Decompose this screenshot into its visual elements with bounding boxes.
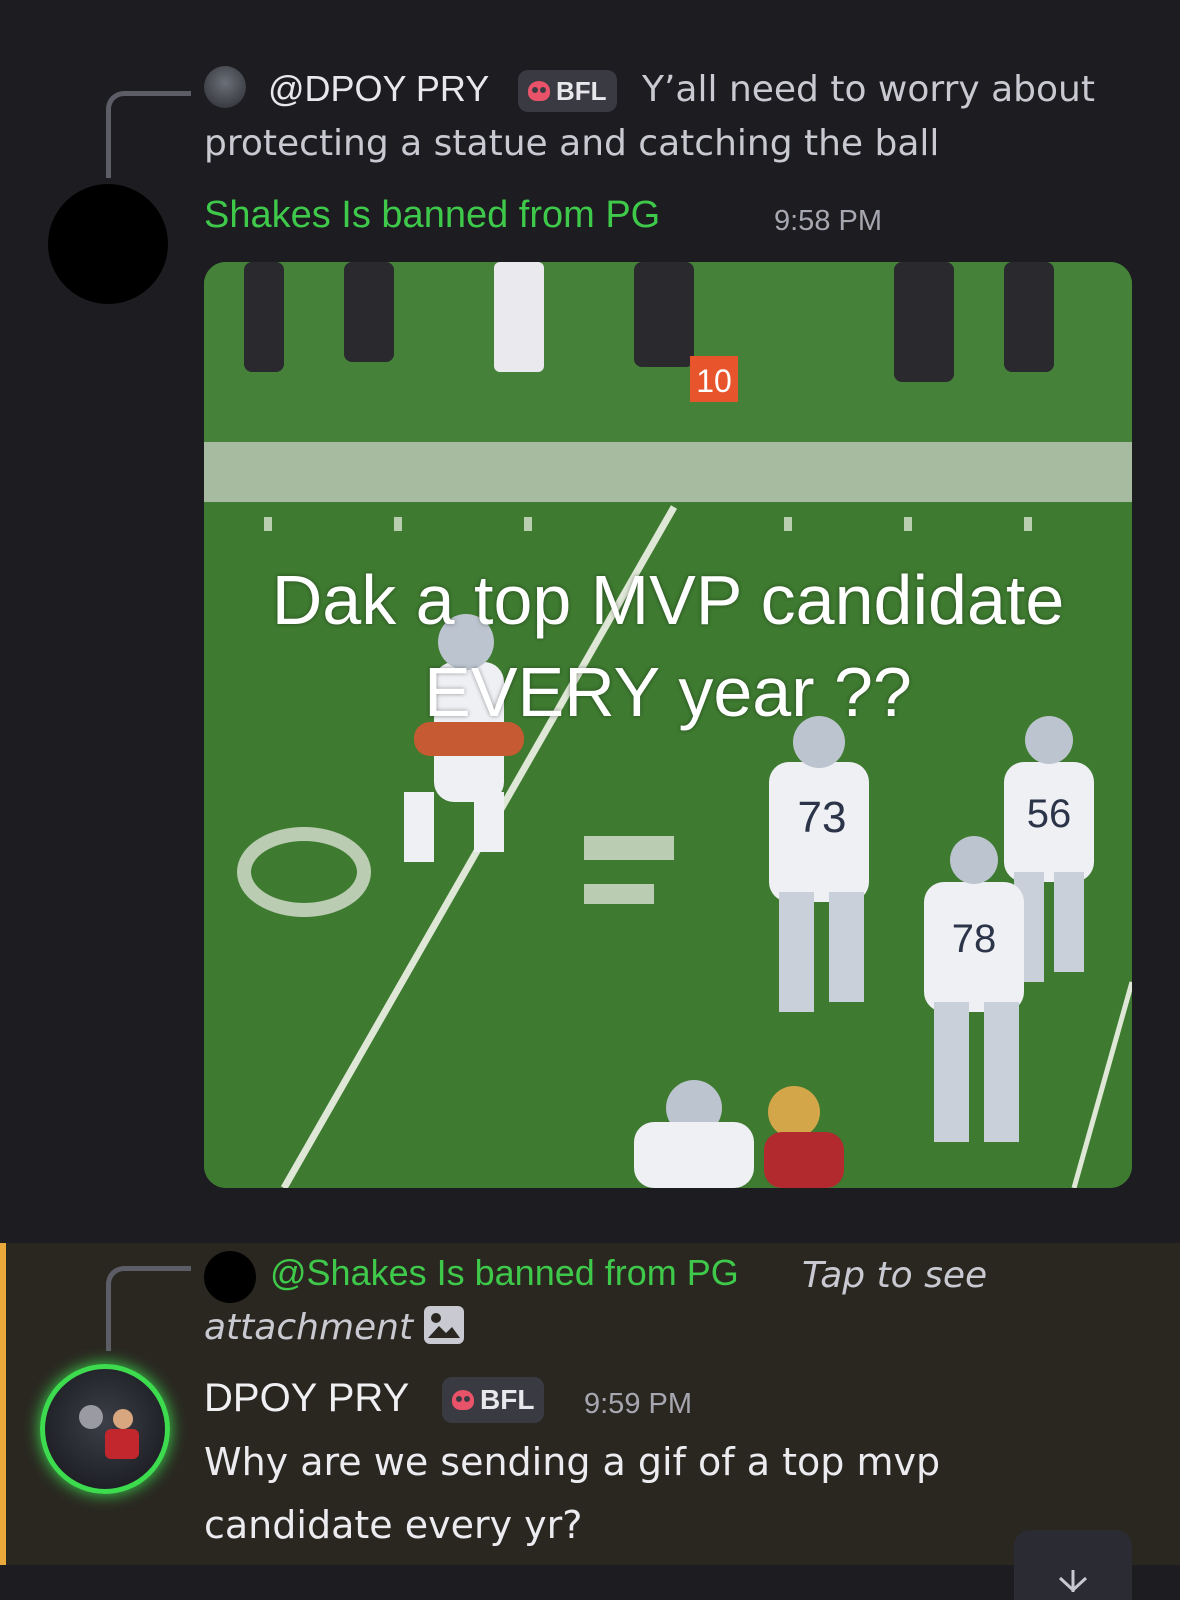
message-timestamp: 9:58 PM (774, 205, 882, 237)
reply-text-line2[interactable]: attachment (204, 1302, 413, 1354)
reply-text-line1[interactable]: Tap to see (802, 1250, 987, 1302)
skull-icon (528, 81, 550, 101)
author-avatar[interactable] (40, 1364, 170, 1494)
scroll-to-bottom-button[interactable] (1014, 1530, 1132, 1600)
role-badge-label: BFL (480, 1384, 535, 1415)
author-name[interactable]: DPOY PRY (204, 1376, 409, 1421)
jersey-number: 73 (798, 793, 847, 842)
reply-connector (106, 1266, 191, 1351)
avatar-image (79, 1405, 139, 1459)
author-name[interactable]: Shakes Is banned from PG (204, 194, 660, 237)
gif-caption-line2: EVERY year ?? (424, 653, 912, 731)
reply-text-line1[interactable]: Y’all need to worry about (642, 64, 1095, 116)
message-text-line1[interactable]: Why are we sending a gif of a top mvp (204, 1440, 940, 1484)
jersey-number: 78 (952, 917, 997, 961)
arrow-down-icon (1058, 1570, 1088, 1592)
jersey-number: 56 (1027, 792, 1072, 836)
message-text-line2[interactable]: candidate every yr? (204, 1503, 582, 1547)
yard-marker: 10 (696, 363, 732, 399)
image-icon (424, 1306, 464, 1344)
reply-author-avatar[interactable] (204, 66, 246, 108)
role-badge-label: BFL (556, 75, 607, 106)
reply-author-name[interactable]: @Shakes Is banned from PG (270, 1252, 739, 1294)
gif-caption-line1: Dak a top MVP candidate (271, 561, 1065, 639)
reply-connector (106, 91, 191, 178)
reply-text-line2[interactable]: protecting a statue and catching the bal… (204, 118, 939, 170)
skull-icon (452, 1390, 474, 1410)
role-badge: BFL (442, 1377, 545, 1423)
author-avatar[interactable] (48, 184, 168, 304)
role-badge: BFL (518, 70, 617, 112)
message-timestamp: 9:59 PM (584, 1388, 692, 1420)
reply-author-name[interactable]: @DPOY PRY (268, 68, 489, 110)
reply-author-avatar[interactable] (204, 1251, 256, 1303)
gif-attachment[interactable]: 10 73 56 78 Dak a top MVP candidate EVER… (204, 262, 1132, 1188)
